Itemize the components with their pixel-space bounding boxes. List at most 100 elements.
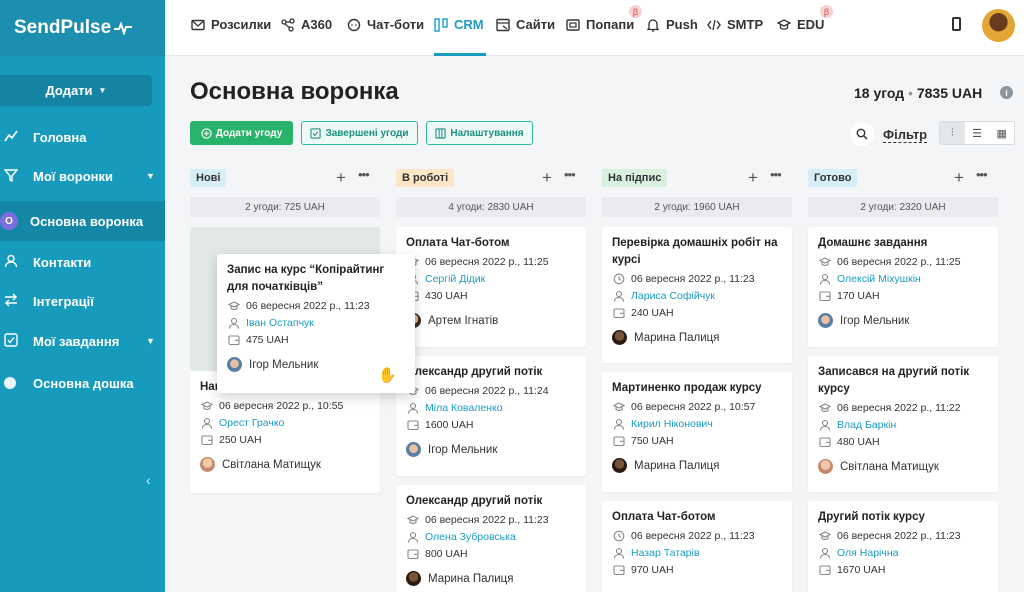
wallet-icon bbox=[818, 436, 831, 448]
sidebar-item-my-tasks[interactable]: Мої завдання ▼ bbox=[0, 321, 165, 361]
deal-date: 06 вересня 2022 р., 11:23 bbox=[425, 514, 549, 526]
deal-contact[interactable]: Оля Нарічна bbox=[837, 547, 898, 559]
deal-card[interactable]: Мартиненко продаж курсу 06 вересня 2022 р… bbox=[602, 372, 792, 492]
add-card-icon[interactable]: + bbox=[542, 168, 552, 188]
nav-item-crm[interactable]: CRM bbox=[434, 17, 484, 32]
kanban-column: Нові + ••• 2 угоди: 725 UAH bbox=[190, 167, 380, 217]
nav-item-popups[interactable]: Попапи bbox=[566, 17, 634, 32]
calendar-view-icon[interactable]: ▦ bbox=[989, 122, 1014, 144]
deal-contact[interactable]: Назар Татарів bbox=[631, 547, 700, 559]
deal-contact[interactable]: Міла Коваленко bbox=[425, 402, 503, 414]
sidebar-item-label: Мої воронки bbox=[33, 168, 114, 184]
beta-badge: β bbox=[629, 5, 642, 18]
filter-button[interactable]: Фільтр bbox=[883, 127, 928, 143]
deal-date: 06 вересня 2022 р., 10:57 bbox=[631, 401, 756, 413]
deal-amount: 1670 UAH bbox=[837, 564, 886, 576]
sidebar-item-main-funnel[interactable]: О Основна воронка bbox=[0, 201, 165, 241]
collapse-sidebar-icon[interactable]: ‹ bbox=[146, 472, 151, 488]
nav-item-a360[interactable]: A360 bbox=[281, 17, 332, 32]
kanban-column: На підпис + ••• 2 угоди: 1960 UAH bbox=[602, 167, 792, 217]
deal-card[interactable]: Домашнє завдання 06 вересня 2022 р., 11:2… bbox=[808, 227, 998, 347]
deal-amount: 430 UAH bbox=[425, 290, 468, 302]
logo[interactable]: SendPulse bbox=[0, 0, 165, 56]
active-tab-underline bbox=[434, 53, 486, 56]
nav-item-edu[interactable]: EDU bbox=[777, 17, 824, 32]
sidebar-item-home[interactable]: Головна bbox=[0, 117, 165, 157]
wallet-icon bbox=[612, 564, 625, 576]
nav-label: Чат-боти bbox=[367, 17, 425, 32]
deal-meta-row: 250 UAH bbox=[200, 433, 370, 447]
column-title: Нові bbox=[190, 169, 227, 187]
add-button[interactable]: Додати ▼ bbox=[0, 75, 152, 106]
deal-amount: 800 UAH bbox=[425, 548, 468, 560]
sidebar-item-my-funnels[interactable]: Мої воронки ▼ bbox=[0, 156, 165, 196]
deal-amount: 240 UAH bbox=[631, 307, 674, 319]
list-view-icon[interactable]: ☰ bbox=[965, 122, 990, 144]
contact-icon bbox=[818, 547, 831, 559]
deal-amount: 475 UAH bbox=[246, 334, 289, 346]
deal-card[interactable]: Перевірка домашніх робіт на курсі 06 вере… bbox=[602, 227, 792, 363]
kanban-view-icon[interactable]: ⫶ bbox=[940, 122, 965, 144]
deal-contact[interactable]: Іван Остапчук bbox=[246, 317, 314, 329]
deal-card[interactable]: Оплата Чат-ботом 06 вересня 2022 р., 11:2… bbox=[602, 501, 792, 592]
sidebar-item-contacts[interactable]: Контакти bbox=[0, 242, 165, 282]
nav-item-sites[interactable]: Сайти bbox=[496, 17, 555, 32]
sidebar-item-main-board[interactable]: Основна дошка bbox=[0, 363, 165, 403]
owner-avatar bbox=[227, 357, 242, 372]
user-avatar[interactable] bbox=[982, 9, 1015, 42]
add-card-icon[interactable]: + bbox=[336, 168, 346, 188]
contact-icon bbox=[406, 402, 419, 414]
add-deal-button[interactable]: Додати угоду bbox=[190, 121, 293, 145]
deal-owner: Світлана Матищук bbox=[818, 459, 988, 474]
deal-title: Мартиненко продаж курсу bbox=[612, 382, 762, 394]
column-summary: 4 угоди: 2830 UAH bbox=[396, 197, 586, 217]
closed-deals-button[interactable]: Завершені угоди bbox=[301, 121, 418, 145]
nav-label: A360 bbox=[301, 17, 333, 32]
wallet-icon bbox=[406, 419, 419, 431]
nav-item-campaigns[interactable]: Розсилки bbox=[191, 17, 271, 32]
column-title: На підпис bbox=[602, 169, 668, 187]
deal-contact[interactable]: Кирил Ніконович bbox=[631, 418, 713, 430]
deal-card[interactable]: Олександр другий потік 06 вересня 2022 р.… bbox=[396, 356, 586, 476]
crm-columns-icon bbox=[434, 17, 448, 32]
nav-item-push[interactable]: Push bbox=[646, 17, 698, 32]
more-options-icon[interactable]: ••• bbox=[564, 167, 576, 182]
deal-contact[interactable]: Орест Грачко bbox=[219, 417, 284, 429]
more-options-icon[interactable]: ••• bbox=[976, 167, 988, 182]
deal-contact[interactable]: Влад Баркін bbox=[837, 419, 896, 431]
mobile-phone-icon[interactable] bbox=[952, 17, 961, 31]
deal-card[interactable]: Оплата Чат-ботом 06 вересня 2022 р., 11:2… bbox=[396, 227, 586, 347]
owner-name: Марина Палиця bbox=[634, 459, 720, 472]
add-card-icon[interactable]: + bbox=[954, 168, 964, 188]
deal-meta-row: 170 UAH bbox=[818, 289, 988, 303]
deal-contact[interactable]: Лариса Софійчук bbox=[631, 290, 715, 302]
deal-amount: 1600 UAH bbox=[425, 419, 474, 431]
deal-meta-row: Міла Коваленко bbox=[406, 401, 576, 415]
owner-avatar bbox=[406, 442, 421, 457]
sidebar-item-integrations[interactable]: Інтеграції bbox=[0, 281, 165, 321]
search-button[interactable] bbox=[850, 122, 874, 146]
settings-button[interactable]: Налаштування bbox=[426, 121, 533, 145]
more-options-icon[interactable]: ••• bbox=[358, 167, 370, 182]
nav-item-smtp[interactable]: SMTP bbox=[707, 17, 763, 32]
info-icon[interactable]: i bbox=[1000, 86, 1013, 99]
deal-contact[interactable]: Олексій Міхушкін bbox=[837, 273, 921, 285]
deal-card[interactable]: Другий потік курсу 06 вересня 2022 р., 11… bbox=[808, 501, 998, 592]
closed-deals-label: Завершені угоди bbox=[325, 127, 409, 139]
add-card-icon[interactable]: + bbox=[748, 168, 758, 188]
deal-meta-row: 06 вересня 2022 р., 11:25 bbox=[818, 255, 988, 269]
code-icon bbox=[707, 19, 721, 30]
deal-card[interactable]: Записався на другий потік курсу 06 вересн… bbox=[808, 356, 998, 492]
view-switcher: ⫶ ☰ ▦ bbox=[939, 121, 1015, 145]
nav-item-chatbots[interactable]: Чат-боти bbox=[347, 17, 424, 32]
date-icon bbox=[200, 400, 213, 412]
column-summary: 2 угоди: 725 UAH bbox=[190, 197, 380, 217]
more-options-icon[interactable]: ••• bbox=[770, 167, 782, 182]
funnel-icon bbox=[4, 168, 18, 182]
deal-card[interactable]: Олександр другий потік 06 вересня 2022 р.… bbox=[396, 485, 586, 592]
deal-contact[interactable]: Сергій Дідик bbox=[425, 273, 485, 285]
contact-icon bbox=[818, 419, 831, 431]
checkbox-icon bbox=[4, 333, 18, 347]
deal-contact[interactable]: Олена Зубровська bbox=[425, 531, 516, 543]
contact-icon bbox=[818, 273, 831, 285]
